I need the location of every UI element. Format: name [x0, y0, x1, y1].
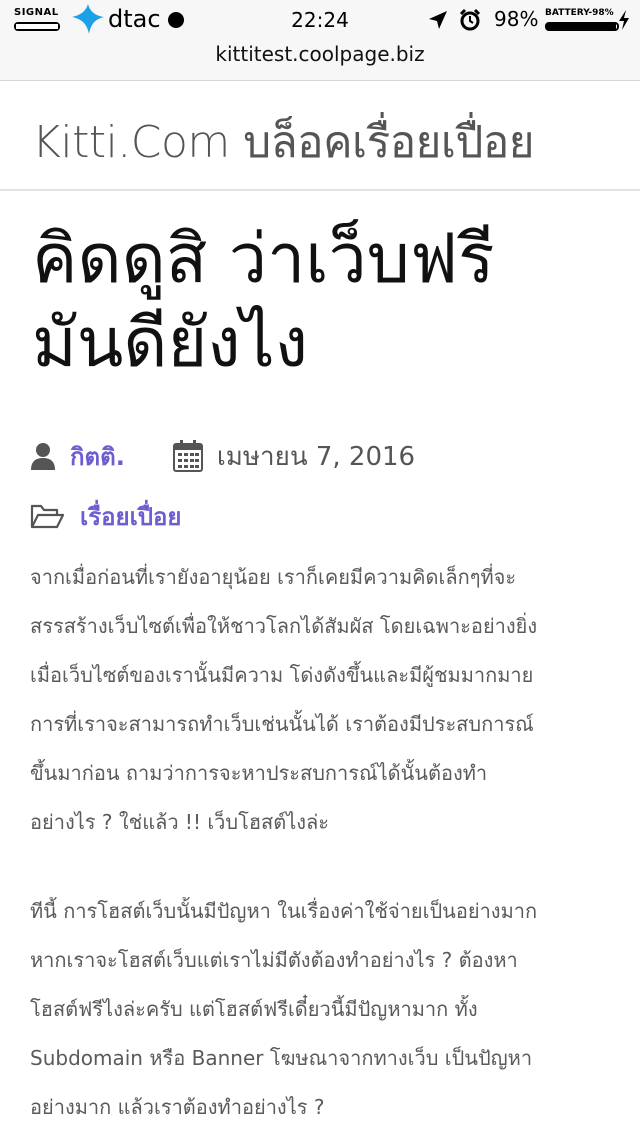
url-bar[interactable]: kittitest.coolpage.biz	[0, 42, 640, 66]
paragraph-line: สรรสร้างเว็บไซต์เพื่อให้ชาวโลกได้สัมผัส …	[30, 614, 538, 638]
battery-label: BATTERY-98%	[545, 8, 614, 18]
battery-fill	[547, 24, 616, 29]
paragraph-line: ขึ้นมาก่อน ถามว่าการจะหาประสบการณ์ได้นั้…	[30, 761, 488, 785]
site-title[interactable]: Kitti.Com บล็อคเรื่อยเปื่อย	[32, 107, 535, 177]
folder-open-icon	[30, 504, 64, 529]
battery-icon	[545, 22, 619, 31]
battery-percent: 98%	[494, 7, 539, 31]
post-title-line: มันดียังไง	[32, 304, 308, 383]
paragraph-line: เมื่อเว็บไซต์ของเรานั้นมีความ โด่งดังขึ้…	[30, 663, 534, 687]
post-meta: กิตติ. เมษายน 7, 2016	[30, 436, 415, 476]
location-arrow-icon	[429, 11, 447, 29]
paragraph-line: ทีนี้ การโฮสต์เว็บนั้นมีปัญหา ในเรื่องค่…	[30, 899, 538, 923]
post-paragraph: จากเมื่อก่อนที่เรายังอายุน้อย เราก็เคยมี…	[30, 553, 620, 847]
post-category-link[interactable]: เรื่อยเปื่อย	[80, 497, 181, 536]
paragraph-line: หากเราจะโฮสต์เว็บแต่เราไม่มีตังต้องทำอย่…	[30, 948, 518, 972]
post-paragraph: ทีนี้ การโฮสต์เว็บนั้นมีปัญหา ในเรื่องค่…	[30, 887, 620, 1132]
status-time: 22:24	[291, 8, 349, 32]
post-date: เมษายน 7, 2016	[216, 441, 416, 472]
post-title-line: คิดดูสิ ว่าเว็บฟรี	[32, 220, 495, 299]
paragraph-line: จากเมื่อก่อนที่เรายังอายุน้อย เราก็เคยมี…	[30, 565, 517, 589]
status-bar: SIGNAL dtac 22:24 98% BATTERY-98%	[0, 0, 640, 40]
paragraph-line: โฮสต์ฟรีไงล่ะครับ แต่โฮสต์ฟรีเดี๋ยวนี้มี…	[30, 997, 478, 1021]
paragraph-line: อย่างไร ? ใช่แล้ว !! เว็บโฮสต์ไงล่ะ	[30, 810, 330, 834]
browser-chrome: SIGNAL dtac 22:24 98% BATTERY-98% kittit…	[0, 0, 640, 81]
paragraph-line: Subdomain หรือ Banner โฆษณาจากทางเว็บ เป…	[30, 1046, 533, 1070]
paragraph-line: อย่างมาก แล้วเราต้องทำอย่างไร ?	[30, 1095, 325, 1119]
post-category-row: เรื่อยเปื่อย	[30, 496, 181, 536]
alarm-clock-icon	[459, 8, 481, 31]
user-icon	[31, 443, 55, 470]
charging-bolt-icon	[619, 10, 629, 30]
post-author-link[interactable]: กิตติ.	[70, 437, 125, 476]
post-title: คิดดูสิ ว่าเว็บฟรี มันดียังไง	[32, 218, 612, 386]
site-header: Kitti.Com บล็อคเรื่อยเปื่อย	[0, 81, 640, 191]
paragraph-line: การที่เราจะสามารถทำเว็บเช่นนั้นได้ เราต้…	[30, 712, 534, 736]
calendar-icon	[172, 440, 203, 472]
